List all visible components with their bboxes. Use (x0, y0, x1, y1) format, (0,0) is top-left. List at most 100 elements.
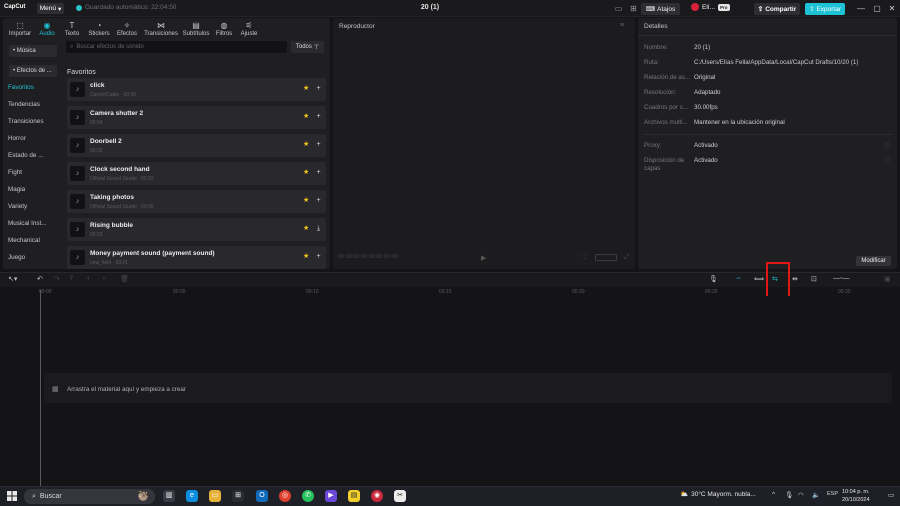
store-icon[interactable]: ⊞ (232, 490, 244, 502)
playhead[interactable] (40, 290, 41, 486)
tab-stickers[interactable]: ◔ Stickers (85, 18, 113, 40)
star-icon[interactable]: ★ (303, 112, 309, 120)
add-icon[interactable]: + (314, 84, 323, 93)
share-button[interactable]: ⇪ Compartir (754, 3, 800, 15)
star-icon[interactable]: ★ (303, 140, 309, 148)
windows-start-icon[interactable] (7, 491, 17, 501)
export-button[interactable]: ⇧ Exportar (805, 3, 845, 15)
edge-icon[interactable]: e (186, 490, 198, 502)
timeline-ruler[interactable] (38, 288, 900, 296)
undo-icon[interactable]: ↶ (37, 275, 43, 283)
category-horror[interactable]: Horror (8, 135, 26, 142)
volume-icon[interactable]: 🔈 (812, 491, 820, 499)
shortcuts-button[interactable]: ⌨ Atajos (641, 3, 680, 15)
star-icon[interactable]: ★ (303, 168, 309, 176)
aspect-ratio-selector[interactable] (595, 254, 617, 261)
chevron-up-icon[interactable]: ^ (772, 491, 775, 498)
microphone-icon[interactable]: 🎙 (709, 275, 718, 283)
info-icon[interactable]: ⓘ (884, 156, 890, 165)
select-cursor-icon[interactable]: ↖▾ (8, 275, 17, 283)
category-music[interactable]: • Música (9, 45, 57, 57)
minimize-icon[interactable]: — (855, 3, 867, 14)
category-mechanical[interactable]: Mechanical (8, 237, 40, 244)
tab-audio[interactable]: ◉ Audio (35, 18, 59, 40)
menu-button[interactable]: Menú ▾ (37, 3, 64, 14)
wifi-icon[interactable]: ◠ (798, 491, 804, 499)
category-transiciones[interactable]: Transiciones (8, 118, 43, 125)
outlook-icon[interactable]: O (256, 490, 268, 502)
tab-subtitulos[interactable]: ▤ Subtítulos (180, 18, 212, 40)
tab-importar[interactable]: ⬚ Importar (5, 18, 35, 40)
close-icon[interactable]: ✕ (886, 3, 898, 14)
maximize-icon[interactable]: ▢ (871, 3, 883, 14)
tab-transiciones[interactable]: ⋈ Transiciones (142, 18, 180, 40)
list-item[interactable]: ♪ Rising bubble 00:03 ★ ⤓ (67, 218, 326, 241)
notification-icon[interactable]: ▭ (888, 491, 894, 499)
split-icon[interactable]: ⫯ (70, 275, 73, 283)
main-track-magnet-icon[interactable]: ⇔ (735, 275, 742, 282)
split-left-icon[interactable]: ⫞ (86, 275, 90, 283)
category-sound-effects[interactable]: • Efectos de ... (9, 65, 57, 77)
player-menu-icon[interactable]: ≡ (620, 22, 624, 29)
category-favoritos[interactable]: Favoritos (8, 84, 34, 91)
category-musical-inst[interactable]: Musical Inst... (8, 220, 47, 227)
list-item[interactable]: ♪ Clock second hand Official Sound Studi… (67, 162, 326, 185)
microphone-icon[interactable]: 🎙 (785, 491, 793, 499)
capcut-taskbar-icon[interactable]: ✂ (394, 490, 406, 502)
tab-filtros[interactable]: ◍ Filtros (212, 18, 236, 40)
system-clock[interactable]: 10:04 p. m. 20/10/2024 (842, 488, 870, 504)
modify-button[interactable]: Modificar (856, 256, 891, 266)
taskbar-search[interactable]: ⌕ Buscar 🦥 (24, 489, 155, 504)
list-item[interactable]: ♪ Money payment sound (payment sound) ne… (67, 246, 326, 269)
auto-snap-icon[interactable]: ⟺ (754, 275, 764, 283)
zoom-slider[interactable]: —◦— (833, 275, 849, 282)
list-item[interactable]: ♪ click CarminCable · 00:00 ★ + (67, 78, 326, 101)
chrome-icon[interactable]: ◎ (279, 490, 291, 502)
tab-efectos[interactable]: ✧ Efectos (113, 18, 141, 40)
whatsapp-icon[interactable]: ✆ (302, 490, 314, 502)
fit-icon[interactable]: ▣ (884, 275, 891, 283)
app-icon[interactable]: ▶ (325, 490, 337, 502)
play-icon[interactable]: ▶ (481, 254, 486, 262)
monitor-icon[interactable]: ▭ (613, 3, 624, 14)
list-item[interactable]: ♪ Camera shutter 2 00:04 ★ + (67, 106, 326, 129)
add-icon[interactable]: + (314, 196, 323, 205)
layers-value[interactable]: Activado (694, 157, 718, 164)
add-icon[interactable]: + (314, 140, 323, 149)
add-icon[interactable]: + (314, 112, 323, 121)
filter-dropdown[interactable]: Todos ⊤ (291, 41, 324, 53)
add-icon[interactable]: + (314, 252, 323, 261)
crop-icon[interactable]: ⛶ (581, 254, 586, 262)
category-estado[interactable]: Estado de ... (8, 152, 43, 159)
category-tendencias[interactable]: Tendencias (8, 101, 40, 108)
notes-icon[interactable]: ▤ (348, 490, 360, 502)
star-icon[interactable]: ★ (303, 196, 309, 204)
tab-ajuste[interactable]: ⚟ Ajuste (236, 18, 262, 40)
search-input[interactable]: ⌕ Buscar efectos de sonido (66, 41, 287, 53)
language-indicator[interactable]: ESP (827, 491, 838, 497)
category-juego[interactable]: Juego (8, 254, 25, 261)
recorder-icon[interactable]: ◉ (371, 490, 383, 502)
user-account[interactable]: Elí... Pro (691, 3, 730, 11)
add-icon[interactable]: + (314, 168, 323, 177)
download-icon[interactable]: ⤓ (314, 224, 323, 233)
task-view-icon[interactable]: ▥ (163, 490, 175, 502)
tab-texto[interactable]: T Texto (60, 18, 84, 40)
redo-icon[interactable]: ↷ (54, 275, 60, 283)
category-variety[interactable]: Variety (8, 203, 27, 210)
split-right-icon[interactable]: ⫟ (102, 275, 106, 283)
preview-axis-icon[interactable]: ⇹ (792, 275, 798, 283)
star-icon[interactable]: ★ (303, 224, 309, 232)
star-icon[interactable]: ★ (303, 252, 309, 260)
info-icon[interactable]: ⓘ (884, 141, 890, 150)
star-icon[interactable]: ★ (303, 84, 309, 92)
category-fight[interactable]: Fight (8, 169, 22, 176)
list-item[interactable]: ♪ Taking photos Official Sound Studio · … (67, 190, 326, 213)
layout-icon[interactable]: ⊞ (628, 3, 639, 14)
file-explorer-icon[interactable]: ▭ (209, 490, 221, 502)
weather-widget[interactable]: ⛅ 30°C Mayorm. nubla... (680, 490, 756, 499)
category-magia[interactable]: Magia (8, 186, 25, 193)
delete-icon[interactable]: 🗑 (120, 275, 129, 283)
proxy-value[interactable]: Activado (694, 142, 718, 149)
fullscreen-icon[interactable]: ⤢ (624, 254, 630, 262)
